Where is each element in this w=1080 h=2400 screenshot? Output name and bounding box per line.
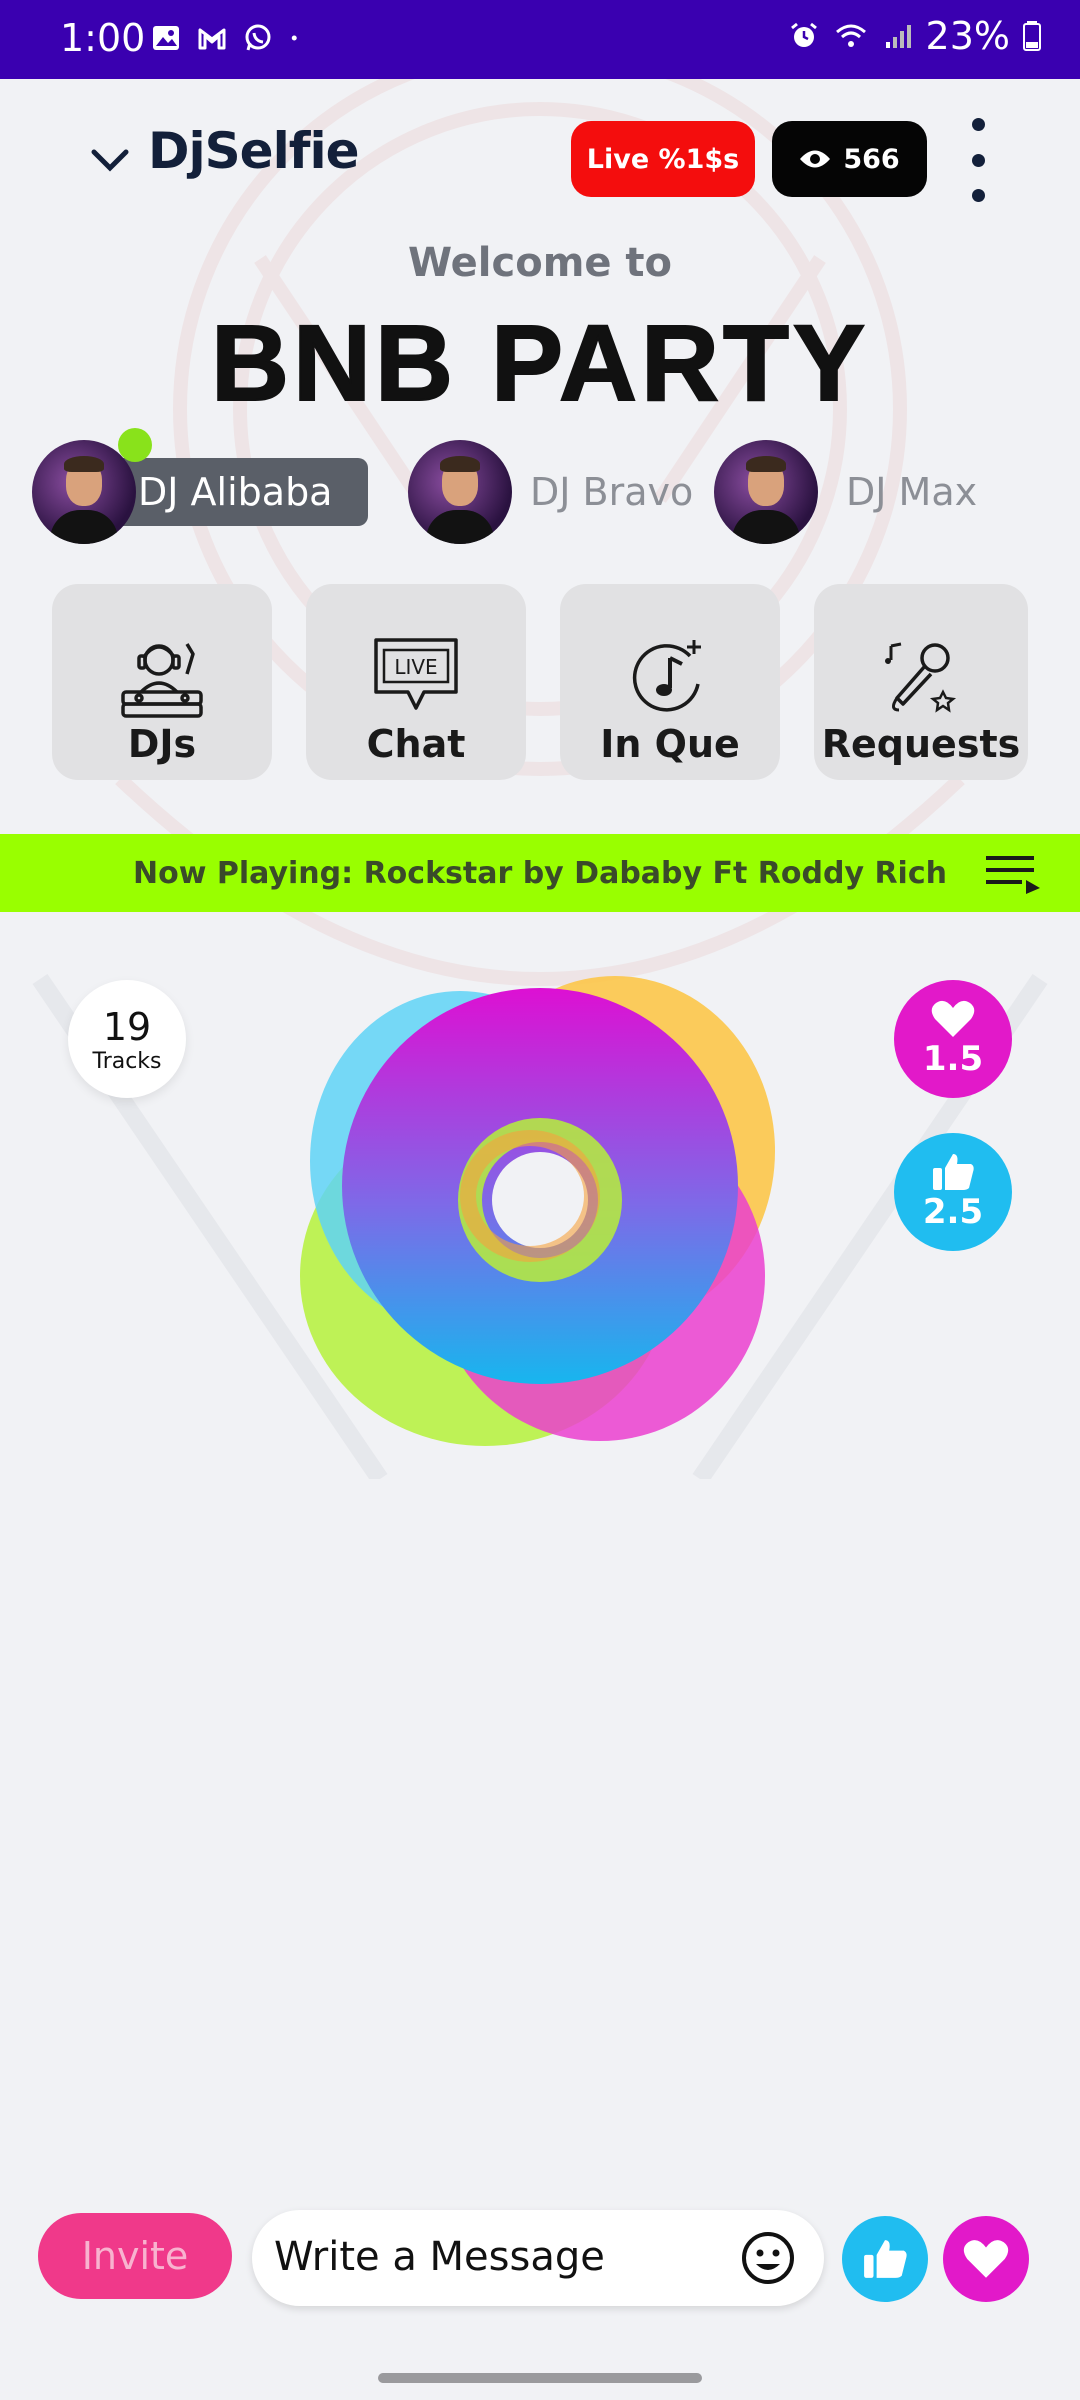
now-playing-bar[interactable]: Now Playing: Rockstar by Dababy Ft Roddy…: [0, 834, 1080, 912]
tile-in-que[interactable]: In Que: [560, 584, 780, 780]
message-input[interactable]: [274, 2222, 734, 2292]
tile-label: DJs: [127, 722, 197, 766]
viewer-count[interactable]: 566: [772, 121, 927, 197]
like-count: 2.5: [922, 1192, 984, 1232]
tile-label: Chat: [366, 722, 466, 766]
status-time: 1:00: [60, 16, 146, 60]
tile-djs[interactable]: DJs: [52, 584, 272, 780]
signal-icon: [885, 25, 911, 48]
battery-text: 23%: [925, 14, 1010, 58]
avatar: [32, 440, 136, 544]
alarm-icon: [790, 22, 817, 47]
party-title: BNB PARTY: [210, 301, 869, 424]
svg-text:LIVE: LIVE: [394, 655, 437, 679]
message-composer: [252, 2210, 824, 2306]
viewer-count-value: 566: [843, 143, 900, 175]
dot-icon: [291, 35, 297, 41]
more-menu-icon[interactable]: [962, 118, 994, 202]
live-button[interactable]: Live %1$s: [571, 121, 755, 197]
invite-button[interactable]: Invite: [38, 2213, 232, 2299]
heart-icon: [963, 2240, 1009, 2278]
online-indicator: [118, 428, 152, 462]
thumbs-up-icon: [864, 2240, 907, 2278]
tracks-count: 19: [102, 1004, 152, 1049]
like-button[interactable]: [842, 2216, 928, 2302]
chevron-down-icon[interactable]: [88, 138, 132, 182]
battery-icon: [1023, 21, 1041, 51]
gmail-icon: [198, 28, 226, 50]
welcome-text: Welcome to: [407, 240, 673, 286]
avatar: [408, 440, 512, 544]
dj-chip-max[interactable]: DJ Max: [714, 440, 977, 544]
dj-chip-alibaba[interactable]: DJ Alibaba: [32, 440, 369, 544]
tracks-counter[interactable]: 19 Tracks: [68, 980, 186, 1098]
dj-chip-bravo[interactable]: DJ Bravo: [408, 440, 693, 544]
music-disc-visual: [300, 976, 775, 1446]
tile-requests[interactable]: Requests: [814, 584, 1028, 780]
heart-count: 1.5: [922, 1039, 984, 1079]
heart-stat[interactable]: 1.5: [894, 980, 1012, 1098]
whatsapp-icon: [245, 24, 271, 51]
status-bar: 1:00 23%: [0, 0, 1080, 79]
thumbs-up-icon: [933, 1154, 974, 1190]
tile-label: In Que: [600, 722, 740, 766]
avatar: [714, 440, 818, 544]
tracks-label: Tracks: [92, 1048, 162, 1074]
eye-icon: [800, 150, 831, 168]
microphone-icon: [885, 642, 957, 713]
dj-name: DJ Alibaba: [106, 458, 369, 526]
now-playing-text: Now Playing: Rockstar by Dababy Ft Roddy…: [133, 855, 947, 891]
live-chat-icon: LIVE: [374, 638, 458, 710]
heart-icon: [931, 1000, 975, 1037]
dj-name: DJ Max: [846, 470, 978, 514]
heart-button[interactable]: [943, 2216, 1029, 2302]
image-icon: [153, 26, 179, 50]
playlist-icon[interactable]: [984, 854, 1042, 894]
dj-name: DJ Bravo: [530, 470, 694, 514]
tile-chat[interactable]: LIVE Chat: [306, 584, 526, 780]
dj-icon: [121, 643, 203, 718]
emoji-icon[interactable]: [738, 2228, 798, 2288]
tile-label: Requests: [821, 722, 1021, 766]
music-add-icon: [632, 640, 701, 712]
home-indicator[interactable]: [378, 2373, 702, 2383]
wifi-icon: [835, 24, 866, 47]
brand-logo: DjSelfie: [148, 122, 360, 180]
like-stat[interactable]: 2.5: [894, 1133, 1012, 1251]
